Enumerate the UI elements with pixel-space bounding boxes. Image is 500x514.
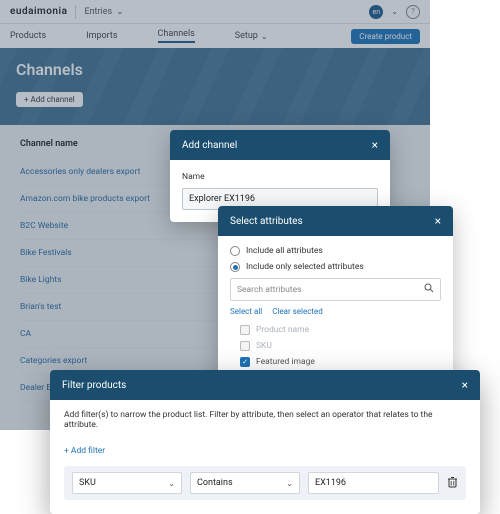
attribute-label: Product name bbox=[256, 325, 309, 335]
search-icon bbox=[424, 283, 434, 296]
radio-label: Include only selected attributes bbox=[246, 262, 364, 272]
filter-value-input[interactable] bbox=[308, 472, 439, 494]
filter-attribute-select[interactable]: SKU ⌄ bbox=[72, 472, 182, 494]
modal-title: Filter products bbox=[62, 380, 126, 391]
modal-header: Filter products × bbox=[50, 370, 480, 400]
attribute-item[interactable]: Product name bbox=[230, 322, 441, 338]
clear-selected-link[interactable]: Clear selected bbox=[272, 307, 323, 316]
attribute-search-input[interactable]: Search attributes bbox=[230, 278, 441, 301]
radio-label: Include all attributes bbox=[246, 246, 323, 256]
radio-include-selected[interactable]: Include only selected attributes bbox=[230, 262, 441, 272]
checkbox-icon bbox=[240, 341, 250, 351]
modal-header: Select attributes × bbox=[218, 206, 453, 236]
modal-title: Select attributes bbox=[230, 216, 303, 227]
select-value: Contains bbox=[197, 478, 233, 488]
filter-row: SKU ⌄ Contains ⌄ bbox=[64, 466, 466, 500]
attribute-item[interactable]: SKU bbox=[230, 338, 441, 354]
trash-icon[interactable] bbox=[447, 476, 458, 491]
attribute-item[interactable]: Featured image bbox=[230, 354, 441, 370]
attribute-label: SKU bbox=[256, 341, 272, 351]
radio-icon bbox=[230, 246, 240, 256]
chevron-down-icon: ⌄ bbox=[168, 479, 175, 488]
select-all-link[interactable]: Select all bbox=[230, 307, 262, 316]
modal-header: Add channel × bbox=[170, 130, 390, 160]
chevron-down-icon: ⌄ bbox=[286, 479, 293, 488]
modal-title: Add channel bbox=[182, 140, 237, 151]
close-icon[interactable]: × bbox=[462, 378, 468, 392]
checkbox-icon bbox=[240, 325, 250, 335]
radio-include-all[interactable]: Include all attributes bbox=[230, 246, 441, 256]
filter-products-modal: Filter products × Add filter(s) to narro… bbox=[50, 370, 480, 514]
checkbox-icon bbox=[240, 357, 250, 367]
select-attributes-modal: Select attributes × Include all attribut… bbox=[218, 206, 453, 390]
filter-operator-select[interactable]: Contains ⌄ bbox=[190, 472, 300, 494]
select-value: SKU bbox=[79, 478, 96, 488]
name-label: Name bbox=[182, 172, 378, 182]
close-icon[interactable]: × bbox=[372, 138, 378, 152]
search-placeholder: Search attributes bbox=[237, 285, 302, 295]
add-filter-button[interactable]: + Add filter bbox=[64, 444, 105, 458]
radio-icon bbox=[230, 262, 240, 272]
helper-text: Add filter(s) to narrow the product list… bbox=[64, 410, 466, 430]
close-icon[interactable]: × bbox=[435, 214, 441, 228]
attribute-label: Featured image bbox=[256, 357, 315, 367]
